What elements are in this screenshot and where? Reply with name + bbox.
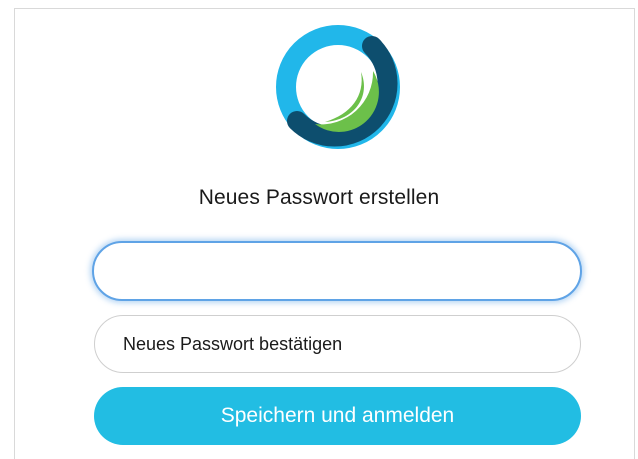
save-and-login-button[interactable]: Speichern und anmelden xyxy=(94,387,581,445)
new-password-field[interactable] xyxy=(92,241,582,301)
webex-logo-icon xyxy=(276,25,400,149)
page-title: Neues Passwort erstellen xyxy=(198,186,440,209)
confirm-password-field[interactable] xyxy=(94,315,581,373)
